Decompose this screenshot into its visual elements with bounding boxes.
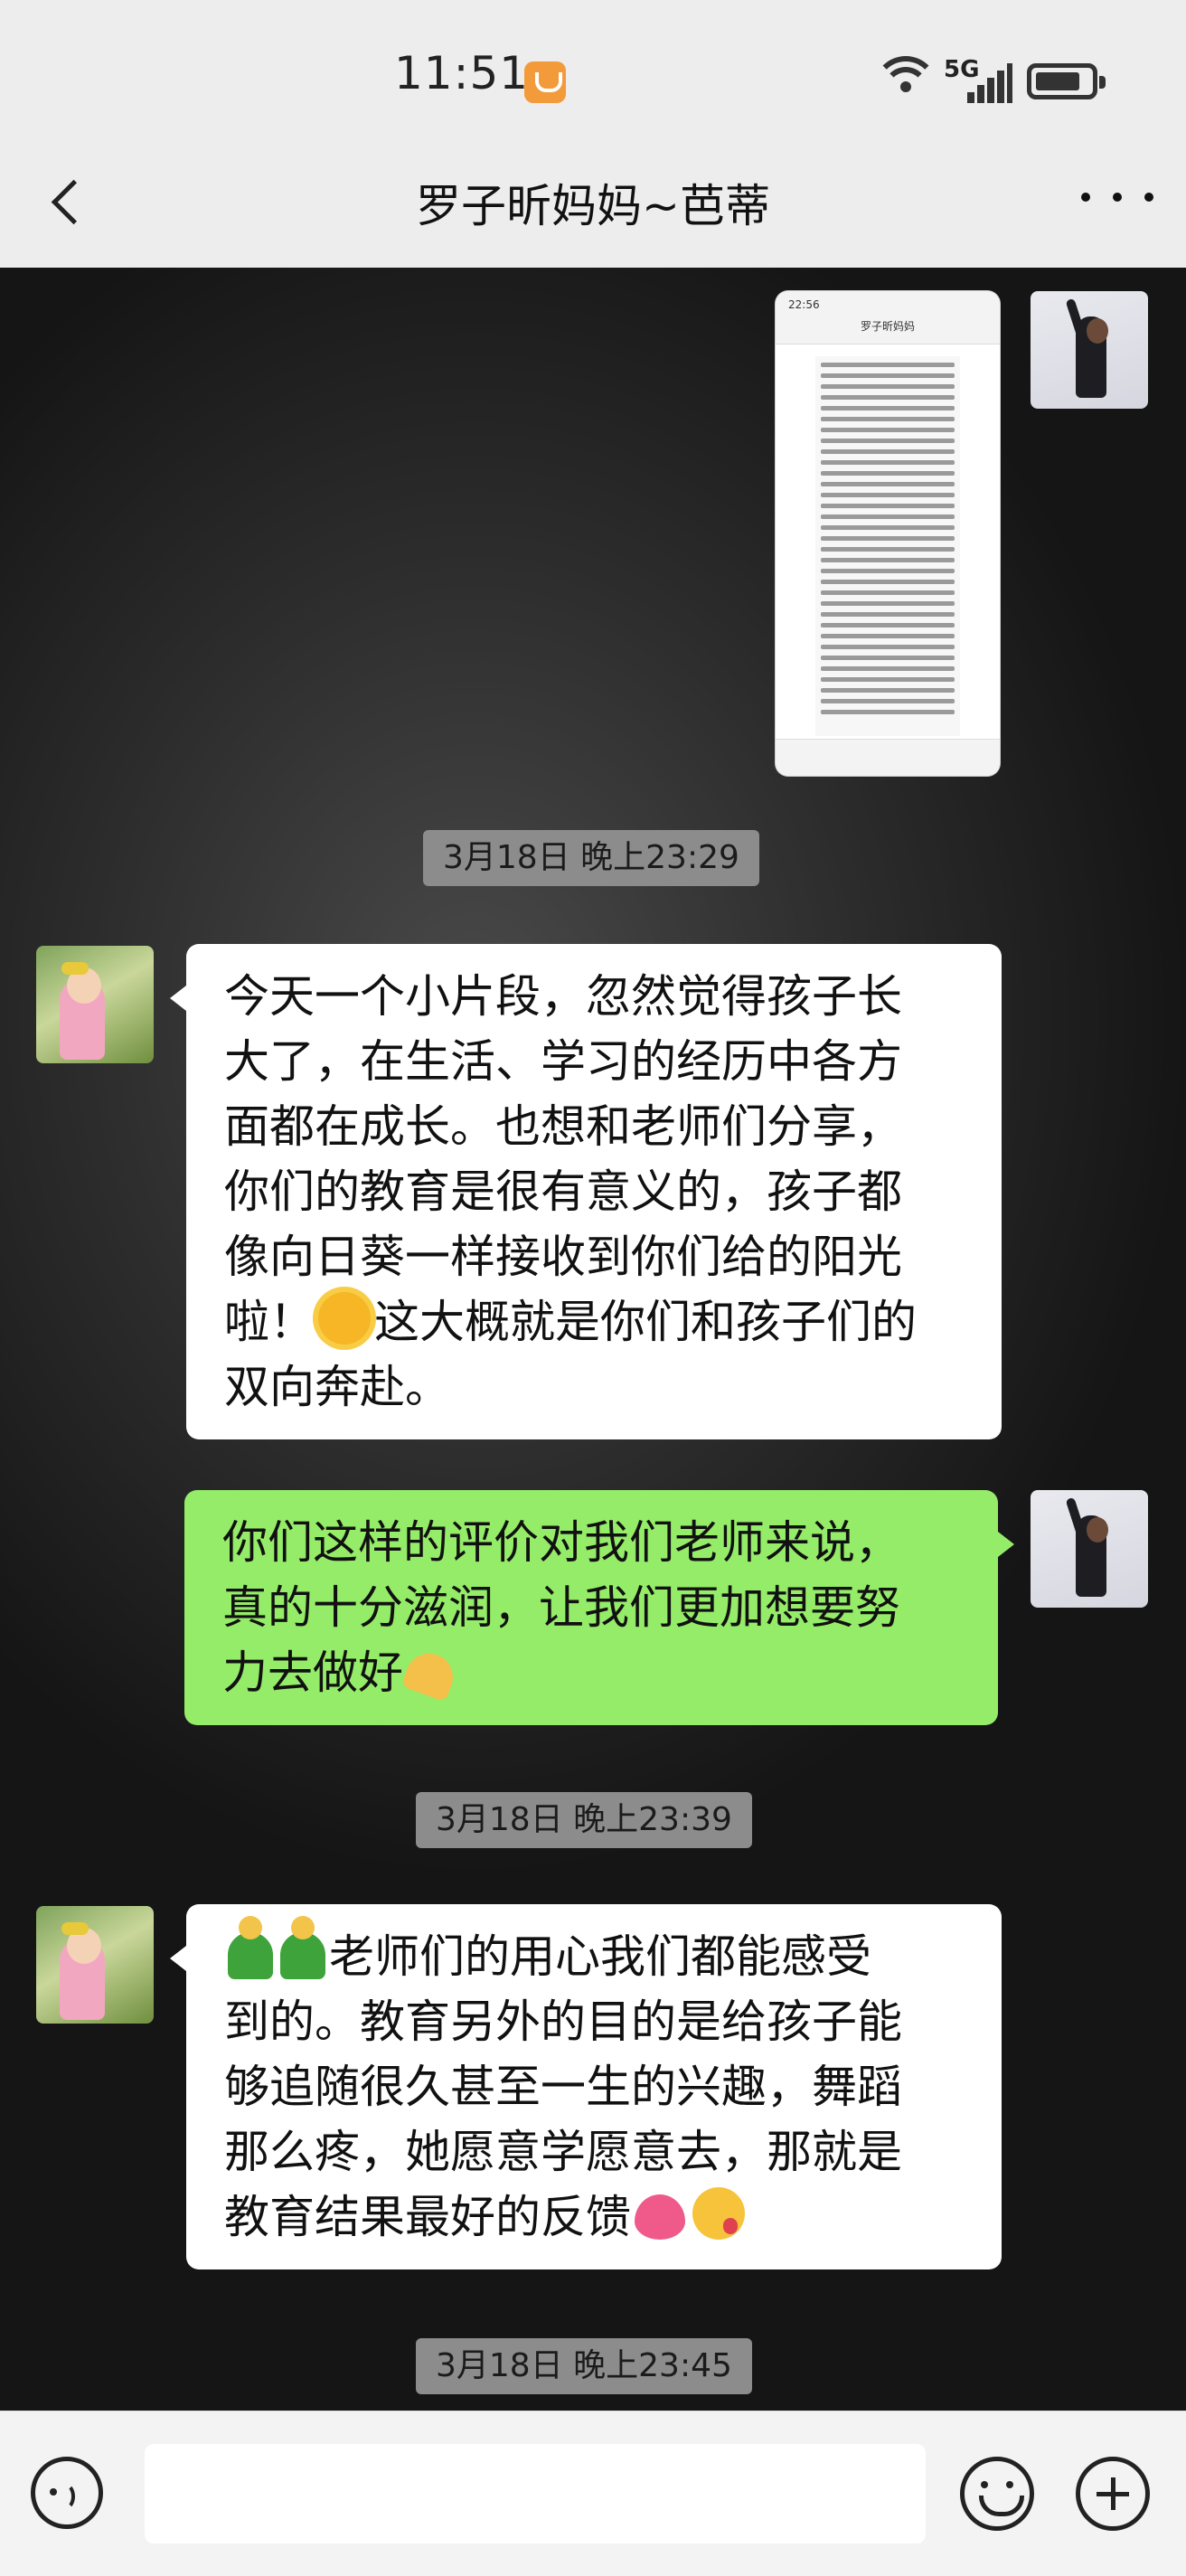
message-line: 力去做好: [222, 1640, 960, 1705]
chat-header: 罗子昕妈妈~芭蒂: [0, 136, 1186, 269]
person-emoji-icon: [228, 1916, 273, 1979]
parent-avatar[interactable]: [36, 946, 154, 1063]
timestamp-label: 3月18日 晚上23:39: [416, 1792, 752, 1848]
message-text: 啦！: [224, 1296, 315, 1348]
message-line: 今天一个小片段，忽然觉得孩子长: [224, 970, 902, 1023]
status-icons: [873, 54, 938, 99]
screenshot-time: 22:56: [788, 298, 820, 311]
message-text: 力去做好: [222, 1647, 403, 1699]
wifi-icon: [873, 54, 938, 99]
screenshot-text-block: [815, 356, 960, 736]
message-line: 双向奔赴。: [224, 1361, 450, 1413]
heart-emoji-icon: [635, 2194, 685, 2240]
shared-screenshot-image[interactable]: 22:56 罗子昕妈妈: [776, 291, 1000, 776]
message-text: 教育结果最好的反馈: [224, 2191, 631, 2243]
parent-avatar[interactable]: [36, 1906, 154, 2024]
message-text: 老师们的用心我们都能感受: [329, 1930, 871, 1983]
message-line: 你们这样的评价对我们老师来说，: [222, 1516, 900, 1569]
teacher-avatar[interactable]: [1031, 1490, 1148, 1608]
emoji-icon[interactable]: [960, 2457, 1034, 2531]
chat-title: 罗子昕妈妈~芭蒂: [416, 180, 770, 232]
message-line: 到的。教育另外的目的是给孩子能: [224, 1996, 902, 2048]
message-line: 教育结果最好的反馈: [224, 2184, 964, 2250]
received-message-bubble[interactable]: 今天一个小片段，忽然觉得孩子长 大了，在生活、学习的经历中各方 面都在成长。也想…: [170, 944, 1002, 1439]
status-bar: 11:51 5G: [0, 0, 1186, 136]
message-input[interactable]: [145, 2444, 926, 2543]
timestamp-label: 3月18日 晚上23:29: [423, 830, 759, 886]
message-line: 够追随很久甚至一生的兴趣，舞蹈: [224, 2061, 902, 2113]
clock-app-badge-icon: [524, 61, 566, 103]
input-bar: [0, 2411, 1186, 2576]
wink-emoji-icon: [692, 2187, 745, 2240]
message-line: 你们的教育是很有意义的，孩子都: [224, 1165, 902, 1218]
clapping-hand-emoji-icon: [400, 1647, 460, 1703]
sun-emoji-icon: [318, 1292, 371, 1345]
message-line: 真的十分滋润，让我们更加想要努: [222, 1581, 900, 1634]
screenshot-input-bar: [776, 739, 1000, 776]
message-line: 啦！ 这大概就是你们和孩子们的: [224, 1289, 964, 1354]
plus-icon[interactable]: [1076, 2457, 1150, 2531]
sent-message-bubble[interactable]: 你们这样的评价对我们老师来说， 真的十分滋润，让我们更加想要努 力去做好: [184, 1490, 1014, 1725]
chat-area[interactable]: 22:56 罗子昕妈妈 3月18日 晚上23:29 今天一个小片段，忽然觉得孩子…: [0, 268, 1186, 2411]
person-emoji-icon: [280, 1916, 325, 1979]
signal-icon: [967, 63, 1012, 103]
screenshot-header: 22:56 罗子昕妈妈: [776, 291, 1000, 344]
battery-icon: [1027, 63, 1106, 99]
message-line: 那么疼，她愿意学愿意去，那就是: [224, 2126, 902, 2178]
message-line: 大了，在生活、学习的经历中各方: [224, 1035, 902, 1088]
voice-icon[interactable]: [31, 2457, 103, 2529]
timestamp-label: 3月18日 晚上23:45: [416, 2338, 752, 2394]
received-message-bubble[interactable]: 老师们的用心我们都能感受 到的。教育另外的目的是给孩子能 够追随很久甚至一生的兴…: [170, 1904, 1002, 2269]
teacher-avatar[interactable]: [1031, 291, 1148, 409]
status-time: 11:51: [394, 47, 530, 99]
message-text: 这大概就是你们和孩子们的: [374, 1296, 917, 1348]
message-line: 面都在成长。也想和老师们分享，: [224, 1100, 902, 1153]
screenshot-title: 罗子昕妈妈: [860, 320, 915, 333]
message-line: 老师们的用心我们都能感受: [224, 1916, 964, 1989]
message-line: 像向日葵一样接收到你们给的阳光: [224, 1231, 902, 1283]
more-dots-icon[interactable]: [1081, 186, 1153, 208]
